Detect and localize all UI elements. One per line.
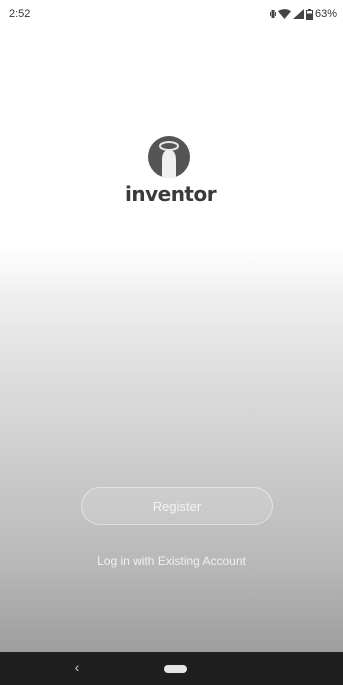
back-icon[interactable]: ‹ bbox=[70, 659, 84, 675]
login-existing-account-link[interactable]: Log in with Existing Account bbox=[0, 554, 343, 568]
status-bar: 2:52 63% bbox=[0, 0, 343, 28]
wifi-icon bbox=[277, 9, 291, 19]
system-nav-bar: ‹ bbox=[0, 652, 343, 685]
vibrate-icon bbox=[269, 9, 276, 19]
brand-name: inventor bbox=[125, 182, 217, 206]
home-pill-icon[interactable] bbox=[164, 665, 187, 673]
brand-logo: inventor bbox=[125, 136, 217, 216]
signal-icon bbox=[292, 9, 304, 19]
register-button-label: Register bbox=[152, 498, 202, 514]
status-icons: 63% bbox=[269, 8, 337, 20]
battery-percent: 63% bbox=[314, 8, 337, 20]
status-time: 2:52 bbox=[9, 8, 31, 20]
battery-icon bbox=[305, 8, 313, 20]
logo-mark-icon bbox=[148, 136, 190, 178]
welcome-screen: 2:52 63% inventor Register Log in with E… bbox=[0, 0, 343, 685]
register-button[interactable]: Register bbox=[81, 487, 273, 525]
